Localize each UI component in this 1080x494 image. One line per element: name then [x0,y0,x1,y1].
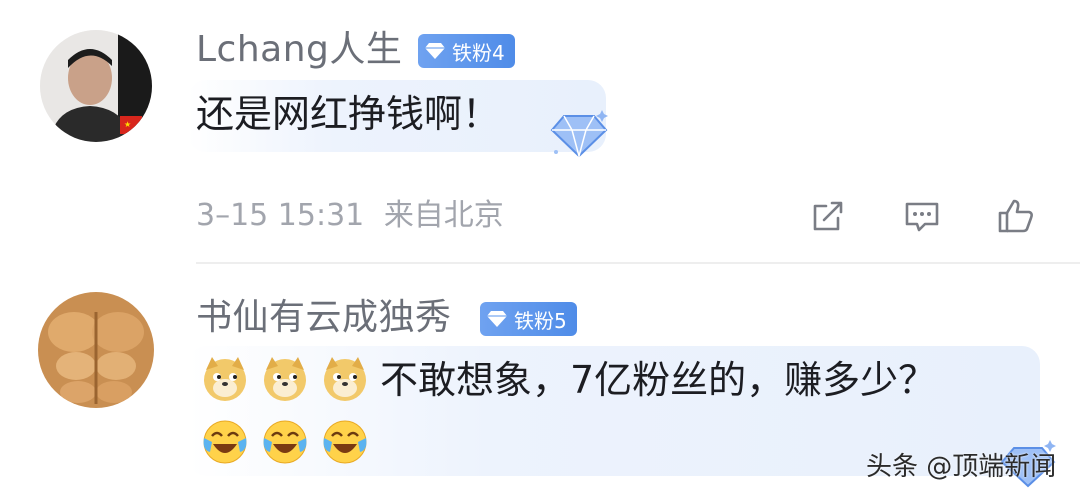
comment-text: 还是网红挣钱啊！ [196,92,501,136]
username[interactable]: Lchang人生 [196,28,402,72]
like-icon [998,199,1033,233]
doge-emoji-icon [204,357,246,401]
timestamp: 3–15 15:31 [196,198,365,233]
fan-badge[interactable]: 铁粉4 [418,34,515,68]
comment-text: 不敢想象，7亿粉丝的，赚多少？ [380,358,937,402]
comment-item: ★ Lchang人生 铁粉4 还是网红挣钱啊！ 3–15 15:31 来自北京 [0,0,1080,262]
svg-text:★: ★ [124,120,131,129]
share-icon [813,201,843,231]
watermark: 头条 @顶端新闻 [866,452,1057,482]
badge-label: 铁粉4 [452,40,505,65]
avatar[interactable]: ★ [40,30,152,142]
comment-meta: 3–15 15:31 来自北京 [196,196,504,236]
doge-emoji-icon [324,357,366,401]
doge-emoji-icon [264,357,306,401]
location: 来自北京 [383,198,504,233]
share-button[interactable] [808,196,848,236]
diamond-icon [487,311,507,327]
diamond-icon [425,43,445,59]
reply-icon [905,202,939,232]
reply-button[interactable] [902,196,942,236]
divider [196,262,1080,264]
laugh-cry-emoji-icon [203,420,247,464]
like-button[interactable] [996,196,1036,236]
fan-badge[interactable]: 铁粉5 [480,302,577,336]
avatar[interactable] [38,292,154,408]
laugh-cry-emoji-icon [263,420,307,464]
diamond-decoration-icon [550,110,608,159]
username[interactable]: 书仙有云成独秀 [196,296,452,340]
laugh-cry-emoji-icon [323,420,367,464]
badge-label: 铁粉5 [514,308,567,333]
